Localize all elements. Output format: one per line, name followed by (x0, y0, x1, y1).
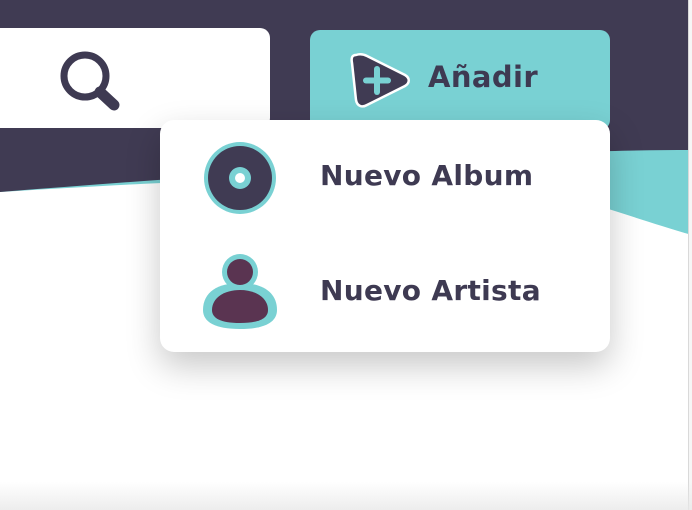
artist-person-icon (203, 254, 277, 329)
menu-item-label: Nuevo Artista (320, 274, 541, 307)
menu-item-new-artist[interactable]: Nuevo Artista (160, 240, 610, 350)
menu-item-new-album[interactable]: Nuevo Album (160, 126, 610, 236)
add-dropdown-menu: Nuevo Album Nuevo Artista (160, 120, 610, 352)
search-box[interactable] (0, 28, 270, 128)
add-button-label[interactable]: Añadir (428, 60, 538, 94)
album-disc-icon (204, 142, 276, 214)
menu-item-label: Nuevo Album (320, 159, 534, 192)
play-plus-icon[interactable] (348, 50, 412, 110)
search-icon[interactable] (56, 50, 126, 112)
bottom-shadow (0, 482, 692, 510)
window-edge (688, 0, 692, 510)
